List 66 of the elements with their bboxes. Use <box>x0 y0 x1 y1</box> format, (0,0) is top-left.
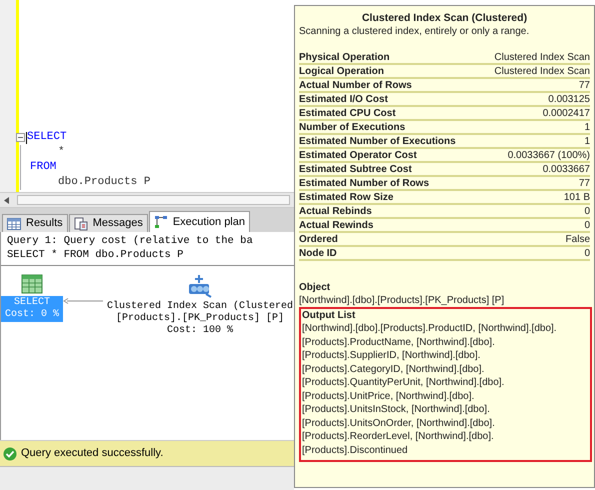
output-column-text: [Products].CategoryID, [Northwind].[dbo]. <box>302 362 486 376</box>
property-label: Ordered <box>299 234 338 245</box>
property-value: 0.0002417 <box>542 108 590 119</box>
output-column-text: [Products].SupplierID, [Northwind].[dbo]. <box>302 349 482 362</box>
property-label: Estimated Subtree Cost <box>299 164 412 175</box>
output-list-heading: Output List <box>302 309 356 322</box>
tab[interactable]: Results <box>2 214 68 232</box>
collapse-icon[interactable] <box>16 133 25 142</box>
property-label: Actual Number of Rows <box>299 80 412 91</box>
property-label: Number of Executions <box>299 122 406 133</box>
property-label: Logical Operation <box>299 66 384 77</box>
property-label: Estimated I/O Cost <box>299 94 388 105</box>
property-label: Estimated Number of Executions <box>299 136 456 147</box>
plan-icon <box>154 215 168 229</box>
scroll-left-icon[interactable] <box>4 196 9 204</box>
check-icon <box>3 446 17 460</box>
property-value: 1 <box>584 122 590 133</box>
output-column-text: [Products].UnitsInStock, [Northwind].[dbo]. <box>302 403 491 416</box>
property-value: 77 <box>578 178 590 189</box>
property-value: 0.0033667 <box>542 164 590 175</box>
property-value: 0 <box>584 248 590 259</box>
property-label: Estimated Number of Rows <box>299 178 430 189</box>
property-label: Actual Rebinds <box>299 206 372 217</box>
table-icon <box>21 274 43 294</box>
output-column-text: [Products].ReorderLevel, [Northwind].[dbo]. <box>302 430 495 444</box>
property-label: Node ID <box>299 248 337 259</box>
grid-icon <box>7 218 21 230</box>
status-text: Query executed successfully. <box>21 446 164 462</box>
text-cursor <box>26 132 27 144</box>
tab[interactable]: Execution plan <box>148 211 250 232</box>
code-line: dbo.Products P <box>57 175 150 190</box>
query-text: Query 1: Query cost (relative to the ba <box>7 234 254 248</box>
output-column-text: [Northwind].[dbo].[Products].ProductID, [Northwind].[dbo]. <box>302 322 558 336</box>
output-column-text: [Products].UnitPrice, [Northwind].[dbo]. <box>302 390 476 403</box>
output-column-text: [Products].Discontinued <box>302 444 409 457</box>
property-value: False <box>566 234 590 245</box>
code-line: * <box>57 145 65 160</box>
output-column-text: [Products].UnitsOnOrder, [Northwind].[dbo]. <box>302 416 496 430</box>
tooltip-description: Scanning a clustered index, entirely or only a range. <box>299 25 530 38</box>
tab[interactable]: Messages <box>68 214 148 232</box>
output-column-text: [Products].QuantityPerUnit, [Northwind].[dbo]. <box>302 376 506 390</box>
property-value: 1 <box>584 136 590 147</box>
plan-node-label[interactable]: Clustered Index Scan (Clustered [Products].[PK_Products] [P] Cost: 100 % <box>103 300 294 338</box>
object-heading: Object <box>299 281 332 294</box>
code-line: FROM <box>30 160 56 175</box>
property-value: 77 <box>578 80 590 91</box>
property-value: 0 <box>584 206 590 217</box>
index-scan-icon <box>188 274 212 298</box>
property-label: Estimated Operator Cost <box>299 150 417 161</box>
property-value: 0.0033667 (100%) <box>508 150 590 161</box>
property-label: Actual Rewinds <box>299 220 374 231</box>
horizontal-scrollbar[interactable] <box>0 192 294 208</box>
property-label: Estimated Row Size <box>299 192 394 203</box>
property-value: Clustered Index Scan <box>494 52 590 63</box>
property-value: 101 B <box>564 192 590 203</box>
output-column-text: [Products].ProductName, [Northwind].[dbo]. <box>302 336 496 349</box>
code-line: SELECT <box>27 130 67 145</box>
tooltip-title: Clustered Index Scan (Clustered) <box>360 12 528 25</box>
property-value: Clustered Index Scan <box>494 66 590 77</box>
object-value: [Northwind].[dbo].[Products].[PK_Products] [P] <box>299 294 506 307</box>
property-value: 0 <box>584 220 590 231</box>
flow-arrow <box>63 298 104 304</box>
query-text: SELECT * FROM dbo.Products P <box>7 248 184 262</box>
property-label: Physical Operation <box>299 52 390 63</box>
property-value: 0.003125 <box>548 94 590 105</box>
property-label: Estimated CPU Cost <box>299 108 396 119</box>
